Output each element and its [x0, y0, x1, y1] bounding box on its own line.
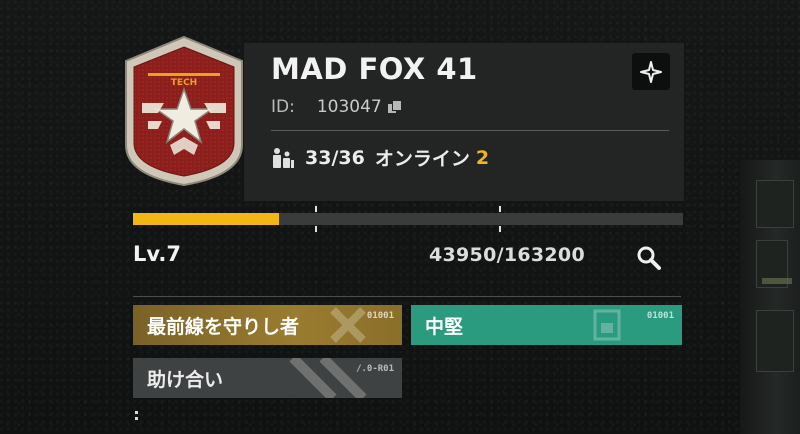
rank-tag[interactable]: 中堅 01001	[411, 305, 682, 345]
trait-tag[interactable]: 助け合い /.0-R01	[133, 358, 402, 398]
exp-bar	[133, 206, 683, 232]
scroll-indicator	[135, 411, 138, 420]
exp-bar-fill	[133, 213, 279, 225]
background-mech-detail	[740, 160, 800, 434]
exp-bar-marker	[499, 206, 501, 232]
search-button[interactable]	[629, 240, 669, 276]
online-count: 2	[475, 146, 490, 169]
id-label: ID:	[271, 97, 295, 117]
title-tag[interactable]: 最前線を守りし者 01001	[133, 305, 402, 345]
crosshair-button[interactable]	[632, 53, 670, 90]
exp-text: 43950/163200	[429, 244, 585, 266]
emblem-text: TECH	[171, 78, 197, 88]
crosshair-icon	[640, 60, 662, 83]
exp-bar-marker	[315, 206, 317, 232]
level-label: Lv.7	[133, 242, 181, 266]
title-tag-label: 最前線を守りし者	[147, 315, 300, 338]
trait-tag-label: 助け合い	[147, 368, 224, 391]
online-label: オンライン	[374, 148, 470, 170]
divider	[133, 296, 681, 297]
copy-icon[interactable]	[387, 100, 402, 114]
members-count: 33/36	[305, 146, 365, 169]
rank-tag-code: 01001	[646, 311, 674, 321]
player-name: MAD FOX 41	[271, 52, 478, 86]
star-badge-icon[interactable]: TECH	[118, 33, 250, 188]
title-tag-code: 01001	[366, 311, 394, 321]
trait-tag-code: /.0-R01	[356, 364, 394, 374]
rank-tag-label: 中堅	[425, 315, 464, 338]
player-id-row: ID: 103047	[271, 97, 402, 117]
members-row: 33/36 オンライン 2	[271, 144, 489, 171]
members-icon	[273, 147, 294, 168]
id-value: 103047	[316, 97, 382, 117]
search-icon	[637, 246, 661, 270]
divider	[271, 130, 669, 131]
